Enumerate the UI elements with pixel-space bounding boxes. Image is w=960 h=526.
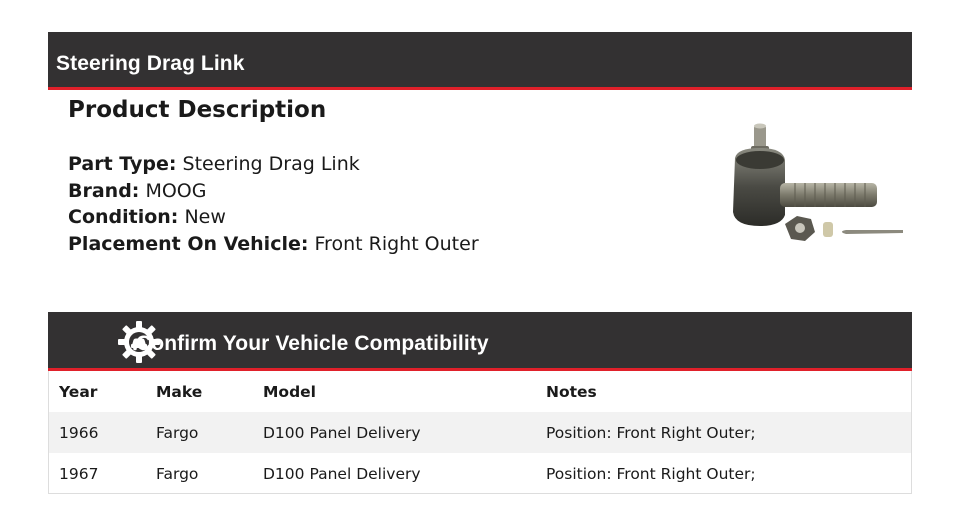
spec-key: Condition:	[68, 206, 179, 228]
column-header-year: Year	[59, 382, 98, 401]
compatibility-title: Confirm Your Vehicle Compatibility	[136, 332, 489, 355]
spec-value: Front Right Outer	[314, 232, 479, 255]
compatibility-table: Year Make Model Notes 1966 Fargo D100 Pa…	[48, 371, 912, 494]
cell-year: 1966	[49, 412, 146, 453]
tie-rod-end-product-image	[733, 123, 903, 241]
product-title: Steering Drag Link	[56, 52, 245, 75]
spec-brand: Brand: MOOG	[68, 178, 479, 205]
spec-key: Placement On Vehicle:	[68, 232, 309, 255]
spec-part-type: Part Type: Steering Drag Link	[68, 151, 479, 178]
cell-make: Fargo	[146, 412, 253, 453]
spec-value: Steering Drag Link	[182, 153, 360, 175]
compatibility-header-bar: Confirm Your Vehicle Compatibility	[48, 312, 912, 371]
table-row: 1966 Fargo D100 Panel Delivery Position:…	[49, 412, 911, 453]
column-header-notes: Notes	[546, 382, 597, 401]
spec-placement: Placement On Vehicle: Front Right Outer	[68, 231, 479, 258]
cell-make: Fargo	[156, 464, 199, 483]
cell-model: D100 Panel Delivery	[263, 464, 421, 483]
column-header-model: Model	[263, 382, 316, 401]
spec-list: Part Type: Steering Drag Link Brand: MOO…	[68, 151, 479, 257]
product-header-bar: Steering Drag Link	[48, 32, 912, 90]
cell-notes: Position: Front Right Outer;	[536, 412, 911, 453]
product-description-heading: Product Description	[68, 97, 327, 123]
cell-model: D100 Panel Delivery	[253, 412, 536, 453]
cell-notes: Position: Front Right Outer;	[546, 464, 756, 483]
table-row: 1967 Fargo D100 Panel Delivery Position:…	[49, 453, 911, 494]
cell-year: 1967	[59, 464, 99, 483]
spec-key: Part Type:	[68, 153, 177, 175]
column-header-make: Make	[156, 382, 203, 401]
spec-key: Brand:	[68, 179, 140, 202]
spec-value: MOOG	[145, 179, 207, 202]
table-header-row: Year Make Model Notes	[49, 371, 911, 412]
spec-condition: Condition: New	[68, 204, 479, 231]
spec-value: New	[184, 206, 226, 228]
